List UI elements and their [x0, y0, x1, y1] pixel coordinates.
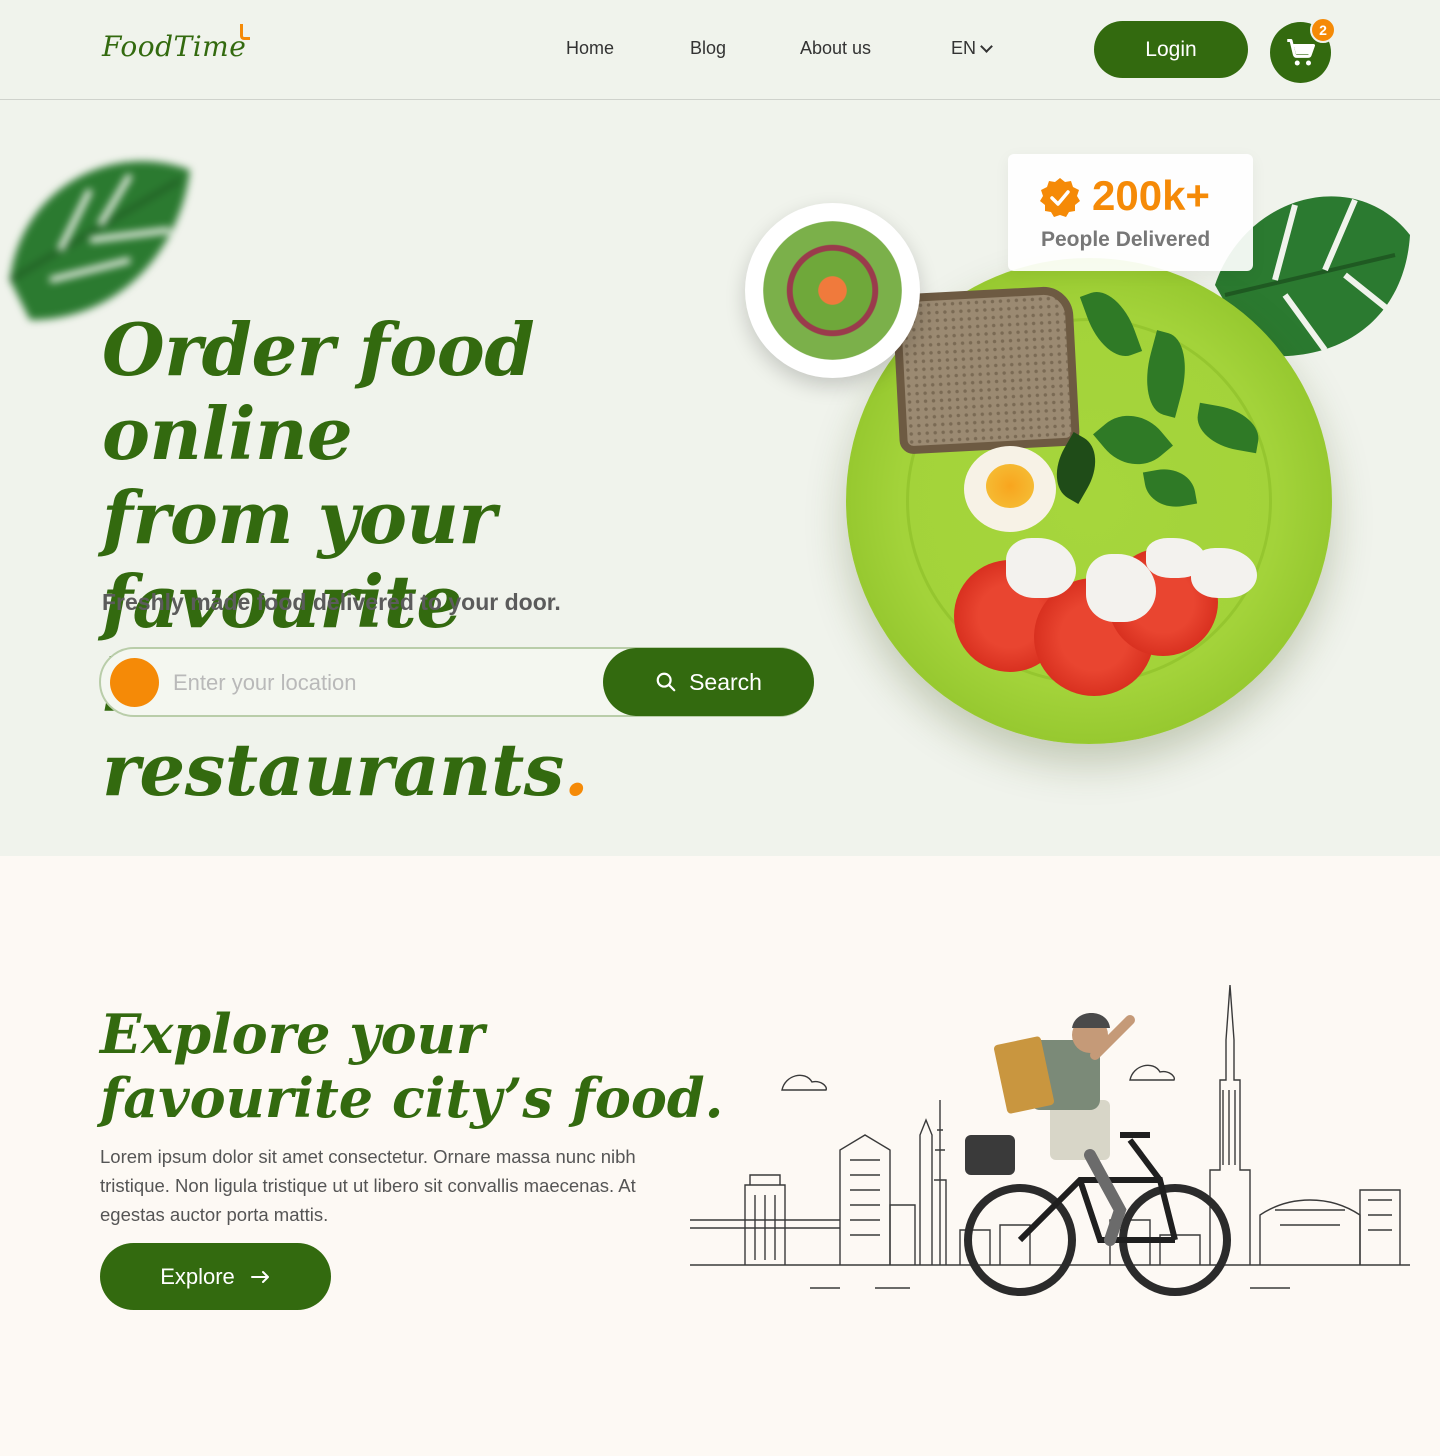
explore-title: Explore your favourite city’s food.	[100, 1002, 723, 1130]
location-search-bar: Search	[99, 647, 814, 717]
chevron-down-icon	[980, 39, 993, 53]
hero-title: Order food online from your favourite lo…	[102, 308, 802, 812]
egg-yolk	[986, 464, 1034, 508]
logo[interactable]: FoodTime	[102, 30, 246, 63]
language-label: EN	[951, 38, 977, 58]
language-selector[interactable]: EN	[951, 38, 993, 59]
search-icon	[656, 672, 676, 692]
explore-description: Lorem ipsum dolor sit amet consectetur. …	[100, 1146, 636, 1225]
nav-about-link[interactable]: About us	[800, 38, 871, 59]
hero-title-dot: .	[563, 727, 589, 812]
monstera-leaf-decoration	[8, 161, 190, 320]
search-button[interactable]: Search	[603, 648, 814, 716]
stat-value: 200k+	[1092, 172, 1210, 219]
hero-title-line: Order food online	[102, 307, 535, 476]
hero-section: Order food online from your favourite lo…	[0, 100, 1440, 856]
salad-contents	[763, 221, 902, 360]
explore-button[interactable]: Explore	[100, 1243, 331, 1310]
arrow-right-icon	[250, 1270, 269, 1283]
explore-title-line: Explore your	[100, 1002, 485, 1066]
search-button-label: Search	[689, 668, 762, 695]
explore-title-line: favourite city’s food.	[100, 1066, 724, 1130]
food-plate-image	[846, 258, 1332, 744]
location-input[interactable]	[173, 661, 593, 705]
cart-count-badge: 2	[1310, 17, 1336, 43]
logo-mark-icon	[240, 24, 250, 40]
boiled-egg	[964, 446, 1056, 532]
stat-label: People Delivered	[1041, 228, 1211, 251]
nav-home-link[interactable]: Home	[566, 38, 614, 59]
location-pin-icon	[110, 658, 159, 707]
login-button[interactable]: Login	[1094, 21, 1248, 78]
courier-rider	[965, 1013, 1135, 1246]
nav-blog-link[interactable]: Blog	[690, 38, 726, 59]
cart-icon	[1286, 38, 1315, 65]
mozzarella-piece	[1191, 548, 1257, 598]
salad-bowl-image	[745, 203, 920, 378]
header: FoodTime Home Blog About us EN Login 2	[0, 0, 1440, 100]
hero-title-line: from your favourite	[102, 475, 496, 644]
stat-card: 200k+ People Delivered	[1008, 154, 1253, 271]
hero-subtitle: Freshly made food delivered to your door…	[102, 589, 561, 615]
explore-button-label: Explore	[160, 1263, 235, 1289]
verified-check-icon	[1040, 178, 1080, 217]
city-skyline-courier-illustration	[690, 984, 1410, 1296]
bread-slice	[891, 285, 1081, 455]
